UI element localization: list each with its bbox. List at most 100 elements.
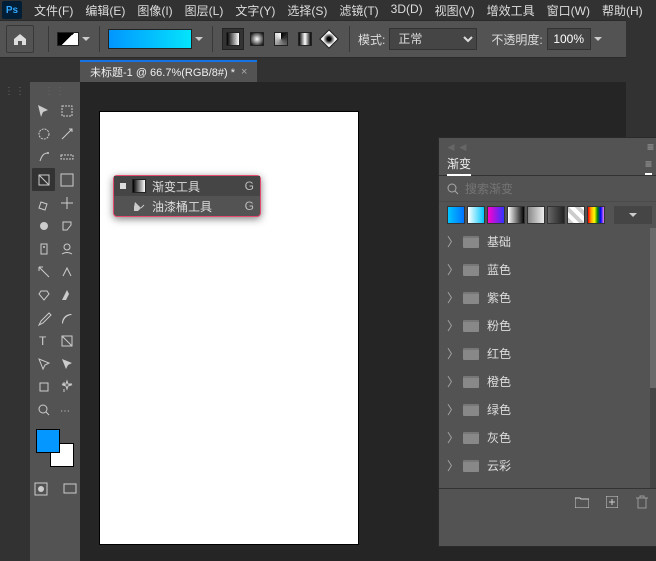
dropdown-icon[interactable] bbox=[593, 34, 603, 44]
panel-tab-bar: 渐变 ≡ bbox=[439, 156, 656, 176]
menu-item[interactable]: 图层(L) bbox=[179, 0, 230, 21]
opacity-input[interactable] bbox=[547, 28, 591, 50]
selected-dot-icon bbox=[120, 183, 126, 189]
tool-button[interactable] bbox=[55, 145, 78, 168]
collapse-icon[interactable]: ◄◄ bbox=[445, 140, 469, 154]
menu-item[interactable]: 编辑(E) bbox=[79, 0, 131, 21]
tool-icon: ⋯ bbox=[59, 402, 75, 418]
preset-scroll-button[interactable] bbox=[614, 206, 652, 224]
flyout-item[interactable]: 油漆桶工具G bbox=[114, 196, 260, 216]
gradient-radial-button[interactable] bbox=[246, 28, 268, 50]
scrollbar-thumb[interactable] bbox=[650, 228, 656, 388]
gradient-folder[interactable]: 〉云彩 bbox=[439, 452, 656, 480]
tool-button[interactable] bbox=[32, 398, 55, 421]
close-icon[interactable]: × bbox=[241, 66, 247, 78]
drag-handle-icon[interactable]: ⋮⋮ bbox=[4, 86, 26, 97]
tool-button[interactable] bbox=[32, 145, 55, 168]
gradient-reflected-button[interactable] bbox=[294, 28, 316, 50]
tool-button[interactable]: ⋯ bbox=[55, 398, 78, 421]
tool-button[interactable] bbox=[55, 283, 78, 306]
panel-menu-icon[interactable]: ≡ bbox=[645, 157, 652, 175]
tool-icon bbox=[59, 103, 75, 119]
tool-button[interactable] bbox=[55, 329, 78, 352]
trash-icon[interactable] bbox=[634, 494, 650, 510]
gradient-preset[interactable] bbox=[487, 206, 505, 224]
gradient-preset[interactable] bbox=[467, 206, 485, 224]
app-logo: Ps bbox=[2, 1, 22, 19]
menu-item[interactable]: 文字(Y) bbox=[229, 0, 281, 21]
tool-button[interactable] bbox=[32, 375, 55, 398]
foreground-color-swatch[interactable] bbox=[36, 429, 60, 453]
menu-item[interactable]: 帮助(H) bbox=[596, 0, 649, 21]
gradient-preset[interactable] bbox=[447, 206, 465, 224]
tool-button[interactable] bbox=[55, 99, 78, 122]
mode-select[interactable]: 正常 bbox=[389, 28, 477, 50]
menu-item[interactable]: 滤镜(T) bbox=[333, 0, 384, 21]
flyout-item[interactable]: 渐变工具G bbox=[114, 176, 260, 196]
separator bbox=[212, 26, 213, 52]
gradient-diamond-button[interactable] bbox=[318, 28, 340, 50]
menu-item[interactable]: 选择(S) bbox=[281, 0, 333, 21]
gradient-preset[interactable] bbox=[507, 206, 525, 224]
menu-item[interactable]: 视图(V) bbox=[429, 0, 481, 21]
gradient-folder[interactable]: 〉灰色 bbox=[439, 424, 656, 452]
tool-button[interactable] bbox=[32, 191, 55, 214]
gradient-linear-button[interactable] bbox=[222, 28, 244, 50]
panel-menu-icon[interactable]: ≡ bbox=[647, 140, 654, 154]
tool-button[interactable] bbox=[55, 214, 78, 237]
menu-item[interactable]: 文件(F) bbox=[28, 0, 79, 21]
drag-handle-icon[interactable]: ⋮⋮ bbox=[44, 86, 66, 97]
panel-tab-title[interactable]: 渐变 bbox=[447, 155, 471, 176]
menu-item[interactable]: 窗口(W) bbox=[541, 0, 596, 21]
dropdown-icon[interactable] bbox=[194, 34, 204, 44]
tool-button[interactable] bbox=[32, 283, 55, 306]
tool-button[interactable] bbox=[55, 306, 78, 329]
tool-button[interactable] bbox=[32, 214, 55, 237]
tool-button[interactable] bbox=[32, 99, 55, 122]
folder-icon[interactable] bbox=[574, 494, 590, 510]
tool-button[interactable] bbox=[32, 237, 55, 260]
preset-strip bbox=[439, 202, 656, 228]
gradient-folder[interactable]: 〉红色 bbox=[439, 340, 656, 368]
dropdown-icon[interactable] bbox=[81, 34, 91, 44]
tool-button[interactable] bbox=[32, 122, 55, 145]
screenmode-button[interactable] bbox=[58, 477, 81, 500]
gradient-preview[interactable] bbox=[108, 29, 192, 49]
tool-button[interactable] bbox=[55, 375, 78, 398]
menu-item[interactable]: 3D(D) bbox=[385, 0, 429, 21]
gradient-preset[interactable] bbox=[527, 206, 545, 224]
tool-button[interactable] bbox=[55, 191, 78, 214]
gradient-angle-button[interactable] bbox=[270, 28, 292, 50]
new-icon[interactable] bbox=[604, 494, 620, 510]
tool-button[interactable] bbox=[55, 352, 78, 375]
tool-button[interactable] bbox=[32, 306, 55, 329]
tool-button[interactable] bbox=[55, 168, 78, 191]
gradient-preset[interactable] bbox=[587, 206, 605, 224]
chevron-right-icon: 〉 bbox=[447, 373, 457, 390]
folder-icon bbox=[463, 376, 479, 388]
tool-button[interactable] bbox=[55, 237, 78, 260]
home-button[interactable] bbox=[6, 25, 34, 53]
menu-item[interactable]: 增效工具 bbox=[481, 0, 541, 21]
document-tab[interactable]: 未标题-1 @ 66.7%(RGB/8#) * × bbox=[80, 60, 257, 82]
gradient-folder[interactable]: 〉橙色 bbox=[439, 368, 656, 396]
tool-button[interactable] bbox=[55, 122, 78, 145]
menu-item[interactable]: 图像(I) bbox=[131, 0, 178, 21]
tool-preset-swatch[interactable] bbox=[57, 32, 79, 46]
gradient-preset[interactable] bbox=[547, 206, 565, 224]
gradient-folder[interactable]: 〉绿色 bbox=[439, 396, 656, 424]
tool-button[interactable]: T bbox=[32, 329, 55, 352]
quickmask-button[interactable] bbox=[29, 477, 52, 500]
tool-button[interactable] bbox=[32, 352, 55, 375]
gradient-folder[interactable]: 〉紫色 bbox=[439, 284, 656, 312]
gradient-folder[interactable]: 〉基础 bbox=[439, 228, 656, 256]
gradient-preset[interactable] bbox=[567, 206, 585, 224]
gradient-folder[interactable]: 〉粉色 bbox=[439, 312, 656, 340]
color-swatches[interactable] bbox=[36, 429, 74, 467]
tool-button[interactable] bbox=[32, 260, 55, 283]
gradient-folder[interactable]: 〉蓝色 bbox=[439, 256, 656, 284]
tool-button[interactable] bbox=[55, 260, 78, 283]
tool-button[interactable] bbox=[32, 168, 55, 191]
search-input[interactable] bbox=[465, 182, 652, 196]
flyout-label: 渐变工具 bbox=[152, 178, 241, 195]
